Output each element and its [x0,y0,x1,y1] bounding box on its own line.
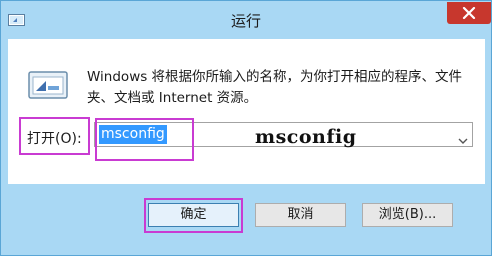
annotation-text: msconfig [255,126,357,148]
open-label: 打开(O): [27,131,82,147]
ok-highlight [144,198,243,233]
dialog-content: Windows 将根据你所输入的名称，为你打开相应的程序、文件夹、文档或 Int… [8,39,485,184]
close-icon [462,7,476,19]
chevron-down-icon[interactable] [458,130,468,144]
cancel-button[interactable]: 取消 [255,203,346,227]
run-program-icon [26,71,70,101]
close-button[interactable] [447,2,491,24]
window-title: 运行 [230,12,261,30]
description-text: Windows 将根据你所输入的名称，为你打开相应的程序、文件夹、文档或 Int… [87,69,463,106]
run-dialog: 运行 Windows 将根据你所输入的名称，为你打开相应的程序、文件夹、文档或 … [0,0,492,256]
command-highlight [95,118,194,161]
browse-button[interactable]: 浏览(B)... [362,203,453,227]
title-bar[interactable]: 运行 [1,1,491,39]
